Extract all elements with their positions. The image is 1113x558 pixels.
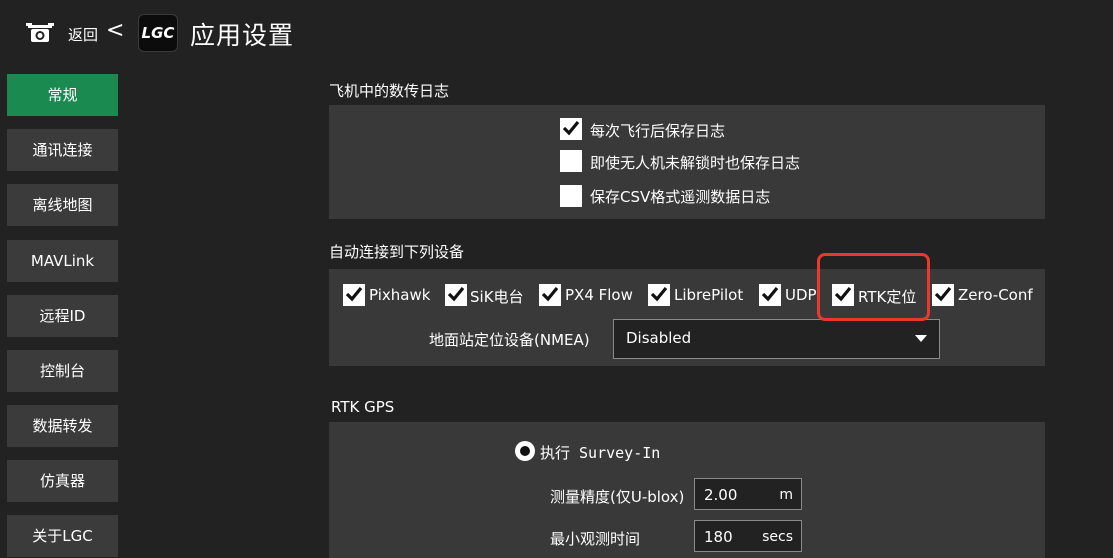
app-window: 返回 < LGC 应用设置 常规 通讯连接 离线地图 MAVLink 远程ID … — [0, 0, 1113, 558]
autoconnect-panel: Pixhawk SiK电台 PX4 Flow LibrePilot UDP RT… — [329, 269, 1045, 366]
save-csv-log-label: 保存CSV格式遥测数据日志 — [590, 188, 771, 206]
rtk-gps-panel: 执行 Survey-In 测量精度(仅U-blox) 2.00 m 最小观测时间… — [329, 422, 1045, 558]
min-observation-time-field[interactable]: 180 secs — [694, 520, 802, 552]
save-csv-log-checkbox[interactable] — [560, 185, 582, 207]
page-title: 应用设置 — [190, 21, 295, 50]
survey-in-radio[interactable] — [515, 441, 535, 461]
sik-radio-label: SiK电台 — [470, 288, 524, 306]
settings-content[interactable]: 飞机中的数传日志 每次飞行后保存日志 即使无人机未解锁时也保存日志 保存CSV格… — [131, 66, 1113, 558]
survey-in-label: 执行 Survey-In — [540, 444, 661, 462]
app-logo: LGC — [138, 14, 178, 52]
zero-conf-label: Zero-Conf — [958, 286, 1033, 304]
udp-label: UDP — [785, 286, 817, 304]
telemetry-logs-heading: 飞机中的数传日志 — [329, 82, 450, 100]
sik-radio-checkbox[interactable] — [445, 284, 467, 306]
zero-conf-checkbox[interactable] — [932, 284, 954, 306]
save-log-after-flight-checkbox[interactable] — [560, 118, 582, 140]
sidebar-item-simulator[interactable]: 仿真器 — [7, 460, 118, 502]
top-toolbar: 返回 < LGC 应用设置 — [0, 0, 1113, 66]
survey-accuracy-value: 2.00 — [704, 486, 738, 504]
sidebar-item-remote-id[interactable]: 远程ID — [7, 295, 118, 337]
checkmark-icon — [761, 286, 779, 302]
sidebar-item-mavlink[interactable]: MAVLink — [7, 240, 118, 282]
save-log-unarmed-checkbox[interactable] — [560, 150, 582, 172]
checkmark-icon — [447, 286, 465, 302]
back-chevron-icon[interactable]: < — [106, 18, 124, 43]
min-observation-time-value: 180 — [704, 528, 733, 546]
px4-flow-label: PX4 Flow — [565, 286, 633, 304]
checkmark-icon — [650, 286, 668, 302]
pixhawk-label: Pixhawk — [369, 286, 431, 304]
librepilot-label: LibrePilot — [674, 286, 744, 304]
sidebar-item-comm-links[interactable]: 通讯连接 — [7, 129, 118, 171]
sidebar-item-about[interactable]: 关于LGC — [7, 515, 118, 557]
logo-text: LGC — [141, 24, 175, 42]
checkmark-icon — [345, 286, 363, 302]
nmea-device-value: Disabled — [626, 329, 692, 347]
min-observation-time-label: 最小观测时间 — [550, 530, 641, 548]
sidebar-item-data-forwarding[interactable]: 数据转发 — [7, 405, 118, 447]
checkmark-icon — [934, 286, 952, 302]
checkmark-icon — [562, 120, 580, 136]
min-observation-time-unit: secs — [762, 529, 793, 545]
sidebar-item-general[interactable]: 常规 — [7, 74, 118, 116]
udp-checkbox[interactable] — [759, 284, 781, 306]
sidebar-item-console[interactable]: 控制台 — [7, 350, 118, 392]
checkmark-icon — [541, 286, 559, 302]
px4-flow-checkbox[interactable] — [539, 284, 561, 306]
pixhawk-checkbox[interactable] — [343, 284, 365, 306]
survey-accuracy-field[interactable]: 2.00 m — [694, 478, 802, 510]
nmea-device-label: 地面站定位设备(NMEA) — [429, 331, 590, 349]
sidebar-item-offline-maps[interactable]: 离线地图 — [7, 184, 118, 226]
survey-accuracy-unit: m — [779, 487, 793, 503]
librepilot-checkbox[interactable] — [648, 284, 670, 306]
back-button[interactable]: 返回 — [68, 24, 98, 45]
rtk-gps-heading: RTK GPS — [331, 398, 395, 416]
dropdown-arrow-icon — [915, 335, 927, 342]
save-log-unarmed-label: 即使无人机未解锁时也保存日志 — [590, 154, 801, 172]
sidebar: 常规 通讯连接 离线地图 MAVLink 远程ID 控制台 数据转发 仿真器 关… — [0, 66, 131, 558]
survey-accuracy-label: 测量精度(仅U-blox) — [550, 488, 685, 506]
autoconnect-heading: 自动连接到下列设备 — [329, 243, 465, 261]
highlight-box — [817, 253, 930, 321]
nmea-device-dropdown[interactable]: Disabled — [613, 319, 940, 359]
telemetry-logs-panel: 每次飞行后保存日志 即使无人机未解锁时也保存日志 保存CSV格式遥测数据日志 — [329, 105, 1045, 219]
save-log-after-flight-label: 每次飞行后保存日志 — [590, 122, 726, 140]
camera-icon[interactable] — [26, 22, 54, 44]
